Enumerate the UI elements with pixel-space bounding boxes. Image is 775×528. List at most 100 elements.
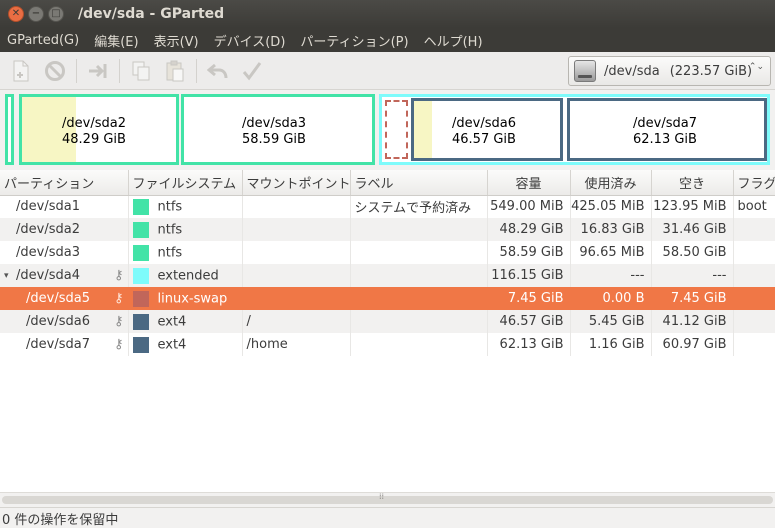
chevron-up-down-icon: ⌃⌄ [748, 62, 764, 72]
partition-cell: /dev/sda2 [0, 218, 129, 241]
table-row-selected[interactable]: /dev/sda5 ⚷ linux-swap 7.45 GiB 0.00 B 7… [0, 287, 775, 310]
mountpoint-cell [242, 287, 351, 310]
status-bar: 0 件の操作を保留中 [0, 507, 775, 528]
table-header-row: パーティション ファイルシステム マウントポイント ラベル 容量 使用済み 空き… [0, 170, 775, 196]
filesystem-cell: ext4 [128, 310, 243, 333]
menu-device[interactable]: デバイス(D) [214, 31, 286, 50]
horizontal-scrollbar[interactable]: ⁞⁞ [0, 492, 775, 506]
flags-cell: boot [733, 195, 775, 218]
map-partition-sda2[interactable]: /dev/sda2 48.29 GiB [19, 94, 179, 165]
delete-icon [45, 60, 65, 81]
resize-move-icon [89, 63, 107, 78]
unused-cell: 123.95 MiB [651, 195, 734, 218]
column-header-flags[interactable]: フラグ [733, 170, 775, 196]
window-close-button[interactable]: ✕ [8, 6, 24, 22]
column-header-partition[interactable]: パーティション [0, 170, 129, 196]
map-partition-sda4-extended[interactable]: /dev/sda6 46.57 GiB /dev/sda7 62.13 GiB [379, 94, 770, 165]
map-partition-size: 48.29 GiB [62, 132, 126, 147]
key-icon: ⚷ [113, 268, 124, 283]
partition-cell: /dev/sda3 [0, 241, 129, 264]
menu-bar: GParted(G) 編集(E) 表示(V) デバイス(D) パーティション(P… [0, 28, 775, 52]
table-row[interactable]: /dev/sda7 ⚷ ext4 /home 62.13 GiB 1.16 Gi… [0, 333, 775, 356]
device-selector[interactable]: /dev/sda (223.57 GiB) ⌃⌄ [568, 56, 771, 86]
label-cell [350, 310, 488, 333]
used-cell: 5.45 GiB [570, 310, 652, 333]
size-cell: 62.13 GiB [487, 333, 571, 356]
copy-button[interactable] [128, 58, 154, 84]
undo-button[interactable] [205, 58, 231, 84]
menu-partition[interactable]: パーティション(P) [300, 31, 408, 50]
column-header-mountpoint[interactable]: マウントポイント [242, 170, 351, 196]
partition-cell: /dev/sda5 ⚷ [0, 287, 129, 310]
map-partition-sda7[interactable]: /dev/sda7 62.13 GiB [567, 98, 767, 161]
filesystem-cell: extended [128, 264, 243, 287]
delete-button[interactable] [42, 58, 68, 84]
size-cell: 549.00 MiB [487, 195, 571, 218]
label-cell [350, 218, 488, 241]
partition-cell: ▾ /dev/sda4 ⚷ [0, 264, 129, 287]
size-cell: 58.59 GiB [487, 241, 571, 264]
filesystem-color-swatch [132, 244, 149, 261]
resize-move-button[interactable] [85, 58, 111, 84]
key-icon: ⚷ [113, 291, 124, 306]
filesystem-cell: ntfs [128, 241, 243, 264]
flags-cell [733, 264, 775, 287]
map-partition-name: /dev/sda7 [633, 116, 697, 131]
window-maximize-button[interactable]: □ [48, 6, 64, 22]
menu-view[interactable]: 表示(V) [154, 31, 199, 50]
unused-cell: 7.45 GiB [651, 287, 734, 310]
mountpoint-cell [242, 195, 351, 218]
map-partition-sda1[interactable] [5, 94, 14, 165]
used-cell: 16.83 GiB [570, 218, 652, 241]
column-header-label[interactable]: ラベル [350, 170, 488, 196]
table-row[interactable]: /dev/sda2 ntfs 48.29 GiB 16.83 GiB 31.46… [0, 218, 775, 241]
map-partition-sda6[interactable]: /dev/sda6 46.57 GiB [411, 98, 563, 161]
filesystem-color-swatch [132, 221, 149, 238]
column-header-filesystem[interactable]: ファイルシステム [128, 170, 243, 196]
table-row[interactable]: ▾ /dev/sda4 ⚷ extended 116.15 GiB --- --… [0, 264, 775, 287]
map-partition-sda5[interactable] [385, 100, 408, 159]
filesystem-cell: ntfs [128, 218, 243, 241]
unused-cell: 60.97 GiB [651, 333, 734, 356]
menu-edit[interactable]: 編集(E) [94, 31, 138, 50]
partition-cell: /dev/sda7 ⚷ [0, 333, 129, 356]
paste-button[interactable] [162, 58, 188, 84]
menu-help[interactable]: ヘルプ(H) [424, 31, 483, 50]
hard-disk-icon [574, 60, 596, 82]
column-header-size[interactable]: 容量 [487, 170, 571, 196]
undo-icon [207, 63, 228, 78]
map-partition-sda3[interactable]: /dev/sda3 58.59 GiB [181, 94, 375, 165]
filesystem-color-swatch [132, 313, 149, 330]
menu-gparted[interactable]: GParted(G) [7, 33, 79, 48]
table-row[interactable]: /dev/sda1 ntfs システムで予約済み 549.00 MiB 425.… [0, 195, 775, 218]
column-header-used[interactable]: 使用済み [570, 170, 652, 196]
label-cell [350, 333, 488, 356]
filesystem-cell: linux-swap [128, 287, 243, 310]
apply-button[interactable] [239, 58, 265, 84]
flags-cell [733, 218, 775, 241]
label-cell: システムで予約済み [350, 195, 488, 218]
filesystem-cell: ntfs [128, 195, 243, 218]
toolbar-separator [76, 58, 77, 83]
used-cell: 96.65 MiB [570, 241, 652, 264]
table-row[interactable]: /dev/sda6 ⚷ ext4 / 46.57 GiB 5.45 GiB 41… [0, 310, 775, 333]
expander-arrow-icon[interactable]: ▾ [4, 271, 16, 281]
key-icon: ⚷ [113, 337, 124, 352]
window-minimize-button[interactable]: − [28, 6, 44, 22]
table-row[interactable]: /dev/sda3 ntfs 58.59 GiB 96.65 MiB 58.50… [0, 241, 775, 264]
label-cell [350, 241, 488, 264]
filesystem-color-swatch [132, 198, 149, 215]
mountpoint-cell [242, 264, 351, 287]
unused-cell: --- [651, 264, 734, 287]
flags-cell [733, 241, 775, 264]
filesystem-color-swatch [132, 267, 149, 284]
scrollbar-grip-icon: ⁞⁞ [379, 492, 385, 501]
new-partition-button[interactable] [8, 58, 34, 84]
column-header-unused[interactable]: 空き [651, 170, 734, 196]
scrollbar-thumb[interactable] [2, 496, 773, 504]
used-cell: 0.00 B [570, 287, 652, 310]
pending-operations-status: 0 件の操作を保留中 [2, 512, 119, 528]
map-partition-size: 58.59 GiB [242, 132, 306, 147]
mountpoint-cell [242, 218, 351, 241]
partition-cell: /dev/sda1 [0, 195, 129, 218]
